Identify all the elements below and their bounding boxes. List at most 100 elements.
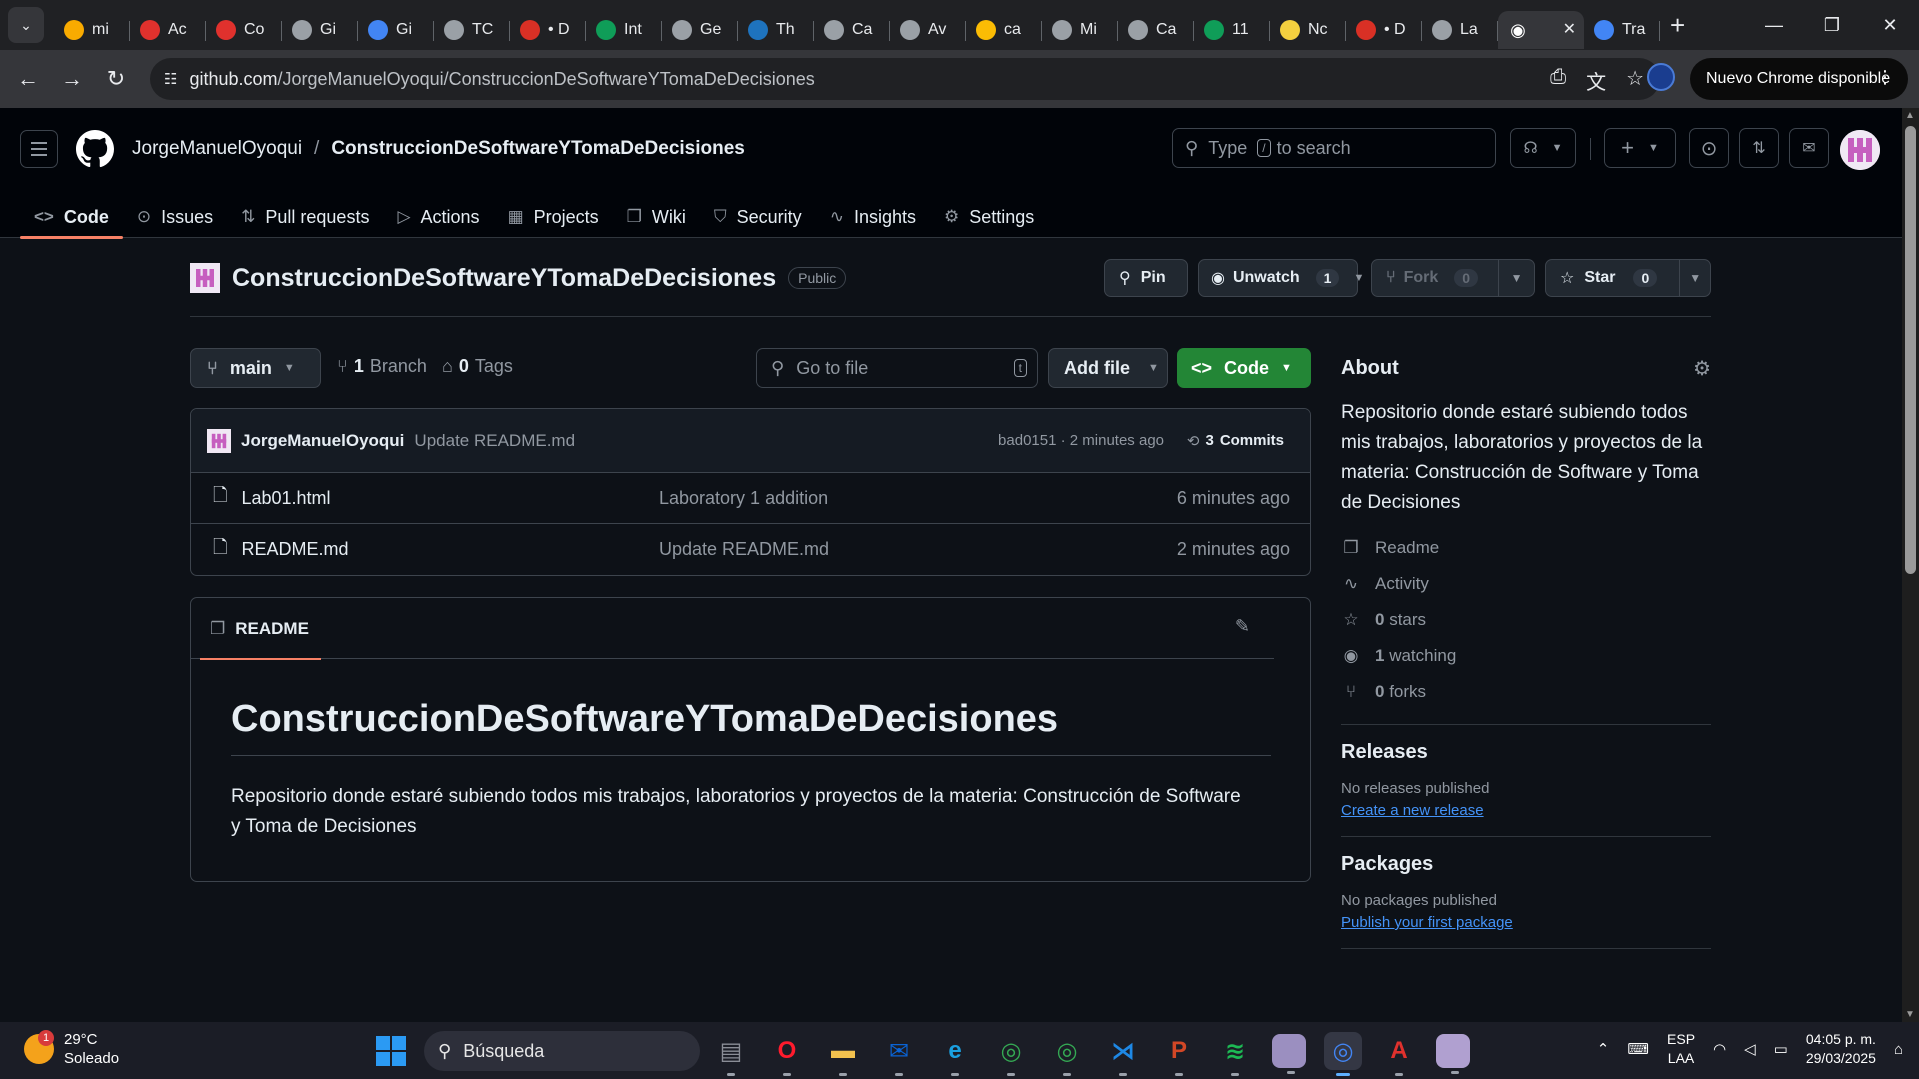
close-tab-icon[interactable]: ✕ xyxy=(1563,19,1576,39)
about-link-Readme[interactable]: ❐ Readme xyxy=(1341,530,1711,566)
publish-package-link[interactable]: Publish your first package xyxy=(1341,912,1711,934)
inbox-button[interactable]: ✉ xyxy=(1789,128,1829,168)
file-name[interactable]: README.md xyxy=(241,539,348,560)
outlook-icon[interactable]: ✉ xyxy=(880,1032,918,1076)
clock[interactable]: 04:05 p. m. 29/03/2025 xyxy=(1806,1030,1876,1068)
page-scrollbar[interactable]: ▲ ▼ xyxy=(1902,108,1919,1022)
tab-code[interactable]: <> Code xyxy=(20,196,123,239)
tags-link[interactable]: ⌂ 0 Tags xyxy=(442,356,513,377)
create-release-link[interactable]: Create a new release xyxy=(1341,800,1711,822)
browser-tab[interactable]: Nc xyxy=(1270,11,1346,49)
chrome-icon[interactable]: ◎ xyxy=(992,1032,1030,1076)
browser-tab[interactable]: Mi xyxy=(1042,11,1118,49)
pin-button[interactable]: ⚲ Pin xyxy=(1104,259,1188,297)
menu-hamburger-button[interactable] xyxy=(20,130,58,168)
keyboard-icon[interactable]: ⌨ xyxy=(1627,1040,1649,1058)
about-link-forks[interactable]: ⑂ 0 forks xyxy=(1341,674,1711,710)
notifications-icon[interactable]: ⌂ xyxy=(1894,1041,1903,1058)
releases-title[interactable]: Releases xyxy=(1341,741,1711,764)
browser-tab[interactable]: Gi xyxy=(282,11,358,49)
kebab-menu-icon[interactable]: ⋮ xyxy=(1876,67,1894,88)
create-new-button[interactable]: + ▼ xyxy=(1604,128,1676,168)
bookmark-star-icon[interactable]: ☆ xyxy=(1626,66,1644,95)
repo-title[interactable]: ConstruccionDeSoftwareYTomaDeDecisiones xyxy=(232,264,776,293)
global-search-input[interactable]: ⚲ Type / to search xyxy=(1172,128,1496,168)
browser-tab[interactable]: Ca xyxy=(1118,11,1194,49)
minimize-button[interactable]: — xyxy=(1745,0,1803,50)
file-row[interactable]: 🗋 Lab01.html Laboratory 1 addition 6 minute… xyxy=(191,473,1310,524)
code-button[interactable]: <> Code ▼ xyxy=(1177,348,1311,388)
browser-tab[interactable]: ◉ ✕ xyxy=(1498,11,1584,49)
commit-author[interactable]: JorgeManuelOyoqui xyxy=(241,431,404,451)
acrobat-icon[interactable]: A xyxy=(1380,1032,1418,1076)
file-manager-icon[interactable]: ▤ xyxy=(712,1032,750,1076)
file-commit-message[interactable]: Laboratory 1 addition xyxy=(659,488,828,509)
extension-icon[interactable] xyxy=(1647,63,1675,91)
add-file-button[interactable]: Add file ▼ xyxy=(1048,348,1168,388)
file-commit-time[interactable]: 6 minutes ago xyxy=(1177,488,1290,509)
copilot-button[interactable]: ☊ ▼ xyxy=(1510,128,1576,168)
browser-tab[interactable]: • D xyxy=(510,11,586,49)
translate-icon[interactable]: 文 xyxy=(1586,66,1606,95)
close-window-button[interactable]: ✕ xyxy=(1861,0,1919,50)
browser-tab[interactable]: La xyxy=(1422,11,1498,49)
browser-tab[interactable]: Co xyxy=(206,11,282,49)
taskbar-search[interactable]: ⚲ Búsqueda xyxy=(424,1031,700,1071)
tab-settings[interactable]: ⚙ Settings xyxy=(930,196,1048,238)
branches-link[interactable]: ⑂ 1 Branch xyxy=(337,356,427,377)
file-commit-time[interactable]: 2 minutes ago xyxy=(1177,539,1290,560)
browser-tab[interactable]: mi xyxy=(54,11,130,49)
tab-search-button[interactable]: ⌄ xyxy=(8,7,44,43)
forward-button[interactable]: → xyxy=(50,57,94,101)
site-info-icon[interactable]: ☷ xyxy=(164,70,177,88)
browser-tab[interactable]: ca xyxy=(966,11,1042,49)
browser-tab[interactable]: Ca xyxy=(814,11,890,49)
star-button[interactable]: ☆ Star 0 ▼ xyxy=(1545,259,1711,297)
vscode-icon[interactable]: ⋊ xyxy=(1104,1032,1142,1076)
tab-issues[interactable]: ⊙ Issues xyxy=(123,196,227,238)
input-language[interactable]: ESP LAA xyxy=(1667,1030,1695,1068)
app-tile-icon[interactable] xyxy=(1272,1034,1306,1074)
github-logo-icon[interactable] xyxy=(76,130,114,168)
url-text[interactable]: github.com/JorgeManuelOyoqui/Construccio… xyxy=(189,69,814,90)
pull-requests-button[interactable]: ⇅ xyxy=(1739,128,1779,168)
file-name[interactable]: Lab01.html xyxy=(241,488,330,509)
repo-link[interactable]: ConstruccionDeSoftwareYTomaDeDecisiones xyxy=(331,138,745,160)
packages-title[interactable]: Packages xyxy=(1341,853,1711,876)
browser-tab[interactable]: Int xyxy=(586,11,662,49)
weather-widget[interactable]: 1 29°C Soleado xyxy=(24,1030,119,1068)
powerpoint-icon[interactable]: P xyxy=(1160,1032,1198,1076)
windows-start-icon[interactable] xyxy=(376,1036,406,1066)
chrome-active-icon[interactable]: ◎ xyxy=(1324,1032,1362,1076)
file-row[interactable]: 🗋 README.md Update README.md 2 minutes ago xyxy=(191,524,1310,575)
app-tile-2-icon[interactable] xyxy=(1436,1034,1470,1074)
reload-button[interactable]: ↻ xyxy=(94,57,138,101)
browser-tab[interactable]: Tra xyxy=(1584,11,1660,49)
star-dropdown[interactable]: ▼ xyxy=(1679,260,1710,296)
restore-button[interactable]: ❐ xyxy=(1803,0,1861,50)
back-button[interactable]: ← xyxy=(6,57,50,101)
folder-icon[interactable]: ▬ xyxy=(824,1032,862,1076)
install-app-icon[interactable]: ⎙ xyxy=(1550,66,1566,95)
opera-icon[interactable]: O xyxy=(768,1032,806,1076)
browser-tab[interactable]: 11 xyxy=(1194,11,1270,49)
browser-tab[interactable]: Ge xyxy=(662,11,738,49)
tab-actions[interactable]: ▷ Actions xyxy=(383,196,493,238)
gear-icon[interactable]: ⚙ xyxy=(1693,356,1711,381)
issues-button[interactable]: ⊙ xyxy=(1689,128,1729,168)
tab-pull-requests[interactable]: ⇅ Pull requests xyxy=(227,196,383,238)
scroll-up-icon[interactable]: ▲ xyxy=(1905,110,1915,121)
commit-sha-time[interactable]: bad0151 · 2 minutes ago xyxy=(998,432,1164,449)
browser-tab[interactable]: Th xyxy=(738,11,814,49)
scroll-down-icon[interactable]: ▼ xyxy=(1905,1009,1915,1020)
tab-wiki[interactable]: ❐ Wiki xyxy=(613,196,700,238)
commits-link[interactable]: ⟲ 3 Commits xyxy=(1187,432,1284,450)
browser-tab[interactable]: TC xyxy=(434,11,510,49)
about-link-Activity[interactable]: ∿ Activity xyxy=(1341,566,1711,602)
about-link-stars[interactable]: ☆ 0 stars xyxy=(1341,602,1711,638)
tab-projects[interactable]: ▦ Projects xyxy=(494,196,613,238)
battery-icon[interactable]: ▭ xyxy=(1774,1040,1788,1058)
go-to-file-input[interactable]: ⚲ Go to file t xyxy=(756,348,1038,388)
tab-security[interactable]: ⛉ Security xyxy=(700,196,816,238)
chrome-profile-icon[interactable]: ◎ xyxy=(1048,1032,1086,1076)
